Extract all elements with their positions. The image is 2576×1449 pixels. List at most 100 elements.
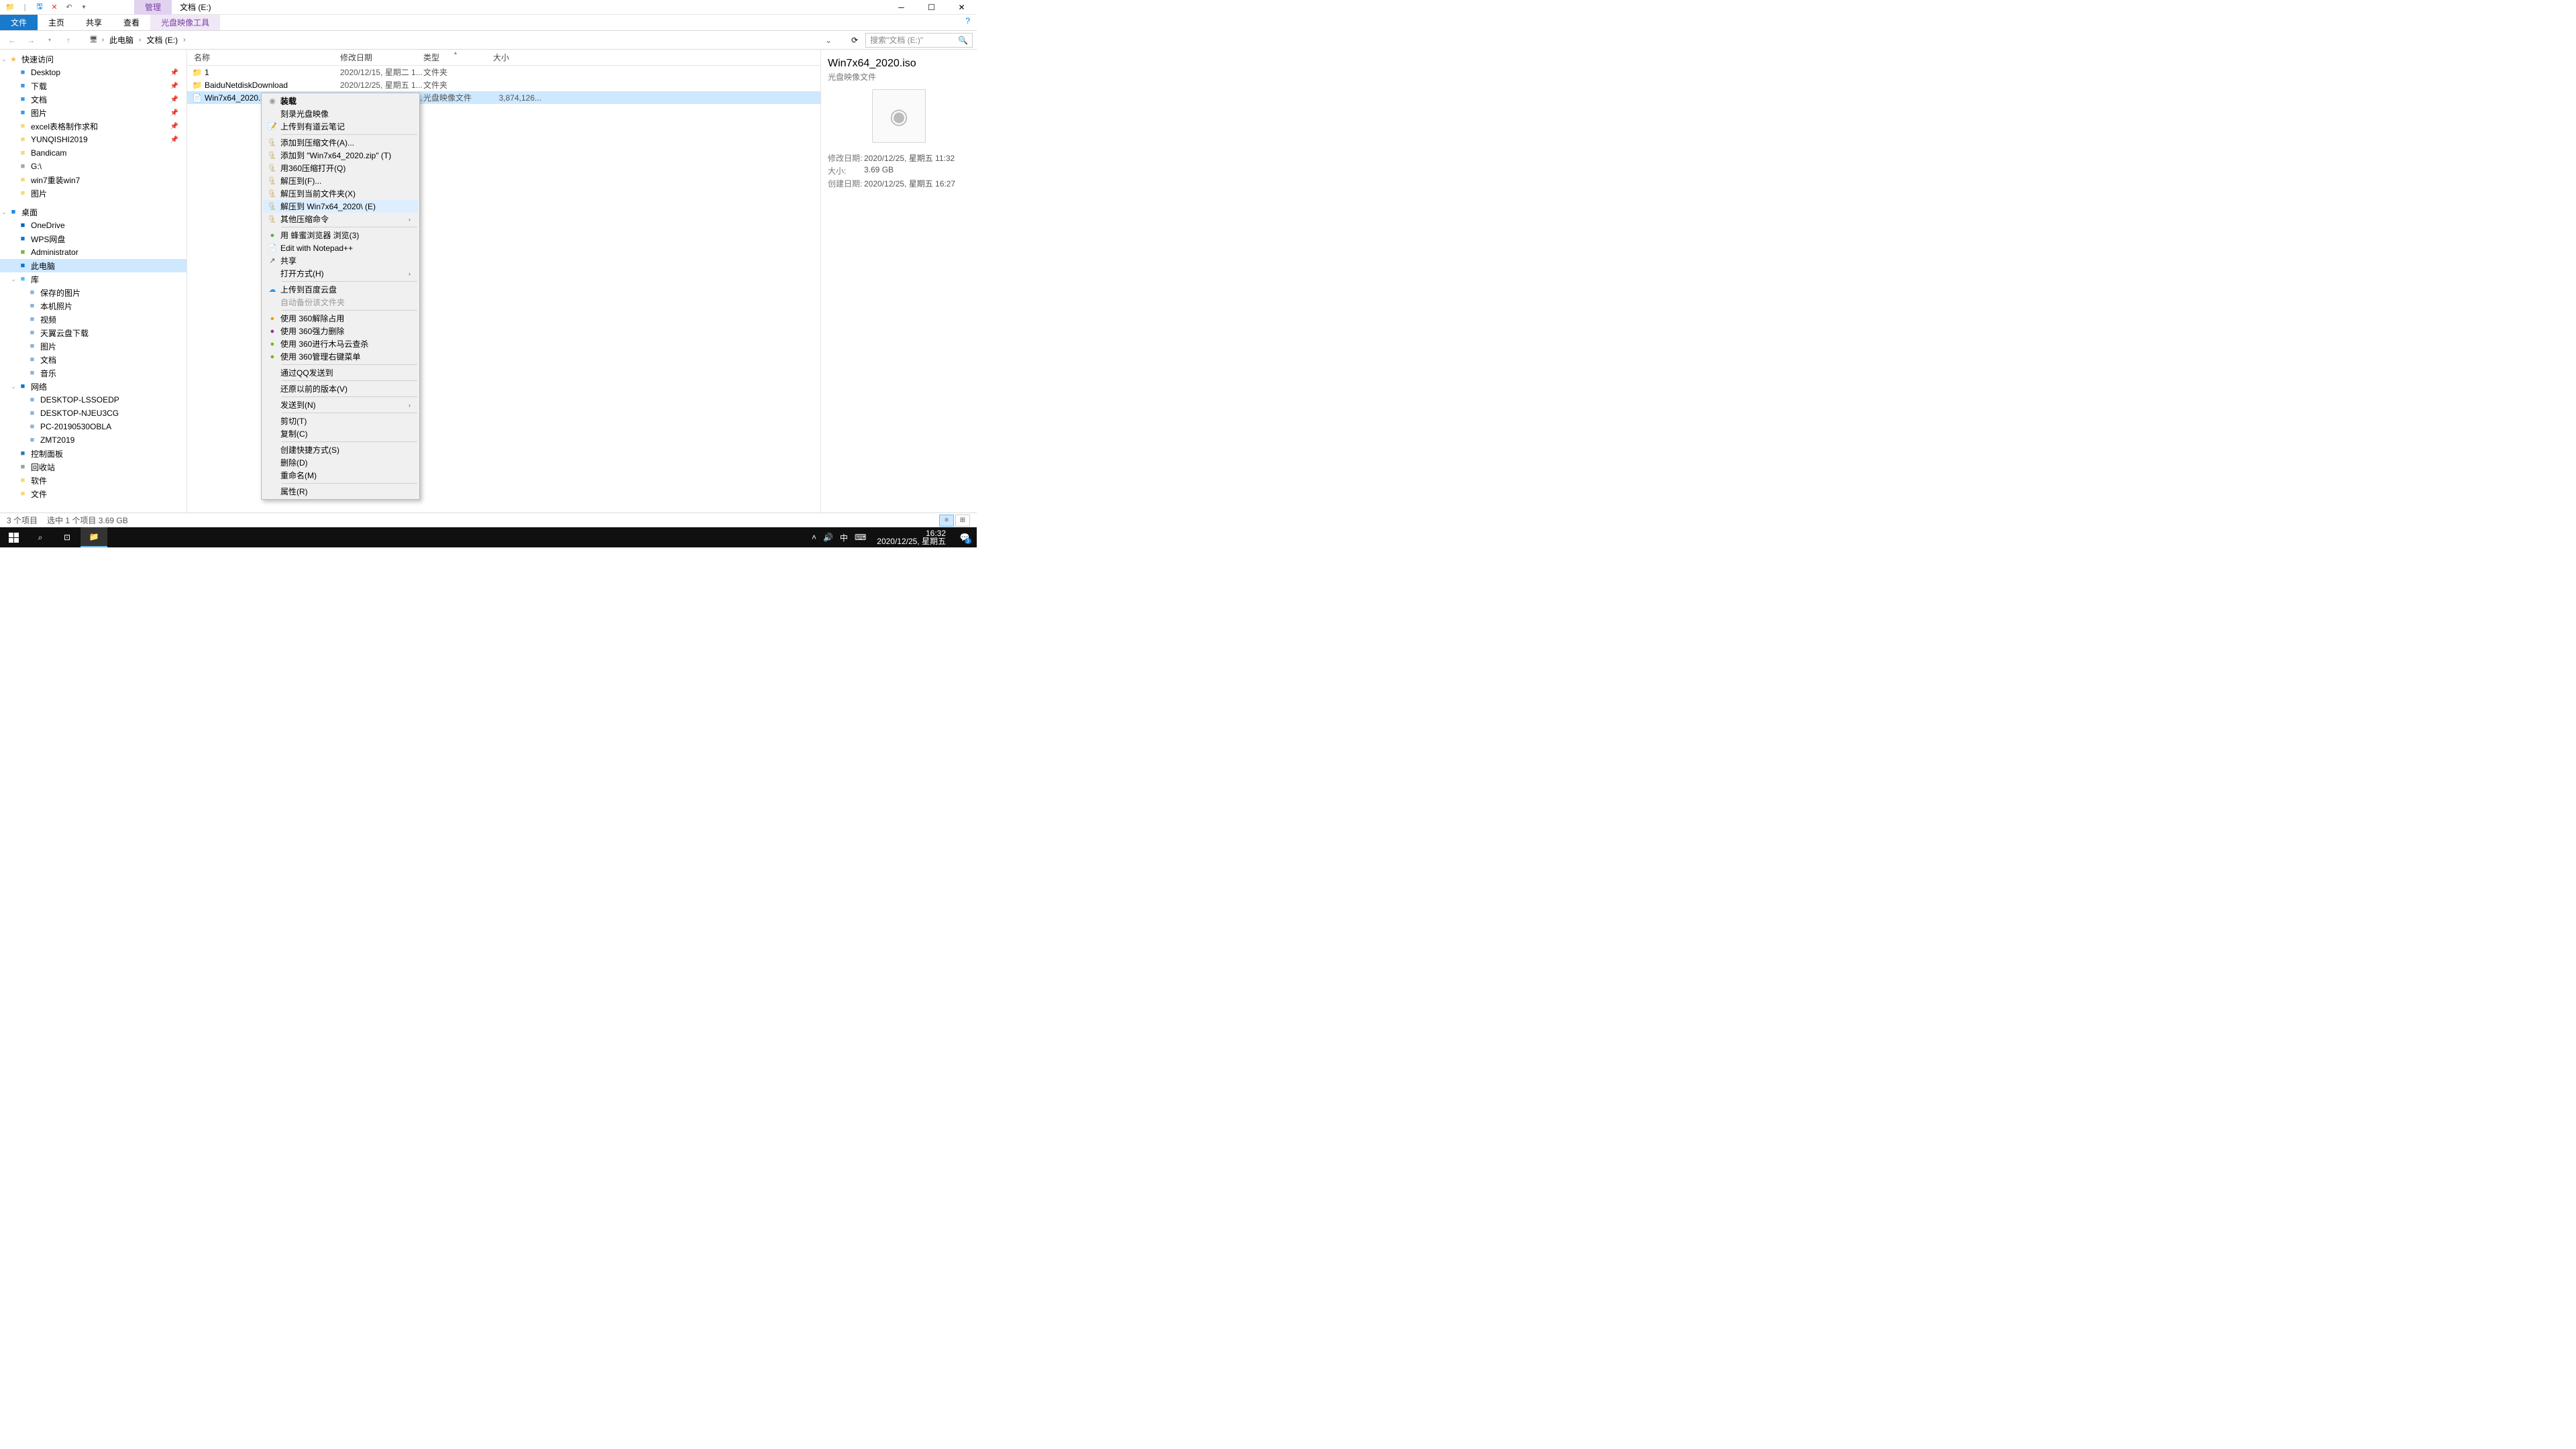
search-icon[interactable]: 🔍: [958, 36, 968, 45]
tab-share[interactable]: 共享: [75, 15, 113, 30]
context-menu-item[interactable]: 🗜添加到压缩文件(A)...: [263, 136, 418, 149]
tree-item[interactable]: ■win7重装win7: [0, 173, 186, 186]
column-header-date[interactable]: 修改日期: [340, 52, 423, 63]
tree-item[interactable]: ■文件: [0, 487, 186, 500]
tree-item[interactable]: ■DESKTOP-LSSOEDP: [0, 393, 186, 407]
view-icons-button[interactable]: ⊞: [955, 515, 970, 527]
context-menu-item[interactable]: 🗜解压到当前文件夹(X): [263, 187, 418, 200]
context-menu-item[interactable]: 删除(D): [263, 456, 418, 469]
context-menu-item[interactable]: 打开方式(H)›: [263, 267, 418, 280]
tree-item[interactable]: ■OneDrive: [0, 219, 186, 232]
context-menu-item[interactable]: 刻录光盘映像: [263, 107, 418, 120]
tree-item[interactable]: ■本机照片: [0, 299, 186, 313]
chevron-icon[interactable]: ⌄: [9, 276, 17, 283]
context-menu-item[interactable]: 📄Edit with Notepad++: [263, 241, 418, 254]
undo-icon[interactable]: ↶: [63, 1, 75, 13]
notifications-button[interactable]: 💬3: [957, 529, 973, 545]
view-details-button[interactable]: ≡: [939, 515, 954, 527]
context-menu-item[interactable]: 🗜解压到(F)...: [263, 174, 418, 187]
search-button[interactable]: ⌕: [27, 527, 54, 547]
tree-item[interactable]: ■Administrator: [0, 246, 186, 259]
context-menu-item[interactable]: 🗜用360压缩打开(Q): [263, 162, 418, 174]
nav-up-button[interactable]: ↑: [60, 32, 76, 48]
taskbar-clock[interactable]: 16:32 2020/12/25, 星期五: [873, 528, 950, 547]
file-row[interactable]: 📁12020/12/15, 星期二 1...文件夹: [187, 66, 820, 78]
tree-item[interactable]: ⌄■网络: [0, 380, 186, 393]
tree-item[interactable]: ■文档: [0, 353, 186, 366]
start-button[interactable]: [0, 527, 27, 547]
tree-item[interactable]: ■DESKTOP-NJEU3CG: [0, 407, 186, 420]
tab-disc-image-tools[interactable]: 光盘映像工具: [150, 15, 220, 30]
nav-forward-button[interactable]: →: [23, 32, 39, 48]
column-header-type[interactable]: 类型: [423, 52, 493, 63]
context-menu-item[interactable]: ●使用 360解除占用: [263, 312, 418, 325]
tree-item[interactable]: ⌄★快速访问: [0, 52, 186, 66]
context-menu-item[interactable]: ●使用 360强力删除: [263, 325, 418, 337]
volume-icon[interactable]: 🔊: [823, 533, 833, 542]
monitor-icon[interactable]: 🖥: [88, 36, 99, 44]
tree-item[interactable]: ■软件: [0, 474, 186, 487]
tree-item[interactable]: ■图片: [0, 339, 186, 353]
refresh-button[interactable]: ⟳: [847, 32, 863, 48]
tree-item[interactable]: ⌄■库: [0, 272, 186, 286]
tab-home[interactable]: 主页: [38, 15, 75, 30]
save-icon[interactable]: 🖫: [34, 1, 46, 13]
chevron-icon[interactable]: ⌄: [9, 383, 17, 390]
qat-dropdown-icon[interactable]: ▼: [78, 1, 90, 13]
ime-indicator[interactable]: 中: [840, 532, 848, 543]
context-menu-item[interactable]: ●使用 360管理右键菜单: [263, 350, 418, 363]
nav-history-dropdown[interactable]: ▾: [42, 32, 58, 48]
breadcrumb-segment[interactable]: 此电脑: [107, 33, 136, 47]
help-icon[interactable]: ?: [965, 16, 970, 25]
nav-back-button[interactable]: ←: [4, 32, 20, 48]
chevron-right-icon[interactable]: ›: [138, 36, 142, 44]
task-view-button[interactable]: ⊡: [54, 527, 80, 547]
context-menu-item[interactable]: 创建快捷方式(S): [263, 443, 418, 456]
tab-file[interactable]: 文件: [0, 15, 38, 30]
tree-item[interactable]: ■WPS网盘: [0, 232, 186, 246]
tab-view[interactable]: 查看: [113, 15, 150, 30]
navigation-tree[interactable]: ⌄★快速访问■Desktop📌■下载📌■文档📌■图片📌■excel表格制作求和📌…: [0, 50, 186, 513]
tree-item[interactable]: ■视频: [0, 313, 186, 326]
file-row[interactable]: 📁BaiduNetdiskDownload2020/12/25, 星期五 1..…: [187, 78, 820, 91]
context-menu-item[interactable]: 🗜添加到 "Win7x64_2020.zip" (T): [263, 149, 418, 162]
tree-item[interactable]: ■YUNQISHI2019📌: [0, 133, 186, 146]
tree-item[interactable]: ■Bandicam: [0, 146, 186, 160]
chevron-right-icon[interactable]: ›: [101, 36, 105, 44]
context-menu-item[interactable]: ☁上传到百度云盘: [263, 283, 418, 296]
context-menu-item[interactable]: 还原以前的版本(V): [263, 382, 418, 395]
chevron-down-icon[interactable]: ⌄: [822, 36, 835, 45]
explorer-taskbar-button[interactable]: 📁: [80, 527, 107, 547]
tree-item[interactable]: ■G:\: [0, 160, 186, 173]
column-header-name[interactable]: 名称: [191, 52, 340, 63]
tree-item[interactable]: ■保存的图片: [0, 286, 186, 299]
context-menu-item[interactable]: 🗜解压到 Win7x64_2020\ (E): [263, 200, 418, 213]
column-headers[interactable]: ▴ 名称 修改日期 类型 大小: [187, 50, 820, 66]
tree-item[interactable]: ■PC-20190530OBLA: [0, 420, 186, 433]
tray-chevron-up-icon[interactable]: ˄: [812, 533, 816, 542]
column-header-size[interactable]: 大小: [493, 52, 547, 63]
context-menu-item[interactable]: 📝上传到有道云笔记: [263, 120, 418, 133]
context-menu-item[interactable]: 通过QQ发送到: [263, 366, 418, 379]
tree-item[interactable]: ■天翼云盘下载: [0, 326, 186, 339]
ime-mode-icon[interactable]: ⌨: [855, 533, 866, 542]
chevron-icon[interactable]: ⌄: [0, 56, 8, 63]
context-menu-item[interactable]: ◉装载: [263, 95, 418, 107]
breadcrumb-segment[interactable]: 文档 (E:): [144, 33, 180, 47]
context-menu-item[interactable]: ●使用 360进行木马云查杀: [263, 337, 418, 350]
tree-item[interactable]: ■文档📌: [0, 93, 186, 106]
tree-item[interactable]: ■此电脑: [0, 259, 186, 272]
tree-item[interactable]: ■回收站: [0, 460, 186, 474]
context-menu-item[interactable]: 重命名(M): [263, 469, 418, 482]
tree-item[interactable]: ■ZMT2019: [0, 433, 186, 447]
tree-item[interactable]: ■Desktop📌: [0, 66, 186, 79]
context-menu-item[interactable]: 属性(R): [263, 485, 418, 498]
chevron-icon[interactable]: ⌄: [0, 209, 8, 216]
minimize-button[interactable]: ─: [886, 0, 916, 15]
tree-item[interactable]: ⌄■桌面: [0, 205, 186, 219]
context-menu-item[interactable]: 复制(C): [263, 427, 418, 440]
maximize-button[interactable]: ☐: [916, 0, 947, 15]
close-button[interactable]: ✕: [947, 0, 977, 15]
context-menu-item[interactable]: ●用 蜂蜜浏览器 浏览(3): [263, 229, 418, 241]
tree-item[interactable]: ■下载📌: [0, 79, 186, 93]
